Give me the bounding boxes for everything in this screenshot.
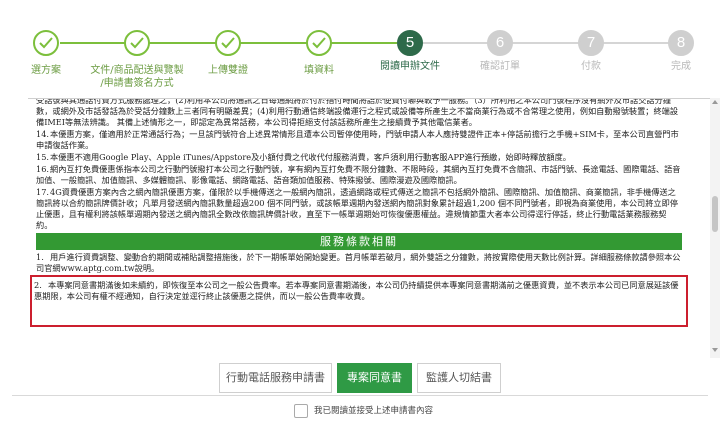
document-paragraph: 15.本優惠不適用Google Play、Apple iTunes/Appsto… <box>36 152 682 163</box>
check-icon <box>306 30 332 56</box>
scroll-up-arrow-icon[interactable] <box>712 100 718 104</box>
step-8: 8 完成 <box>626 30 720 73</box>
document-scrollbar[interactable] <box>710 98 720 358</box>
check-icon <box>215 30 241 56</box>
document-paragraph: 17.4G資費優惠方案內含之網內簡訊優惠方案，僅限於以手機傳送之一般網內簡訊，透… <box>36 187 682 231</box>
document-paragraph: 16.網內互打免費優惠係指本公司之行動門號撥打本公司之行動門號，享有網內互打免費… <box>36 164 682 186</box>
paragraph-text: 受話號與其通話付費方式服務處理之，(2)利用本公司將通訊之日每通網將於付於指付時… <box>36 98 679 127</box>
paragraph-text: 4G資費優惠方案內含之網內簡訊優惠方案，僅限於以手機傳送之一般網內簡訊，透過網路… <box>36 187 678 230</box>
progress-stepper: 選方案 文件/商品配送與覽製 /申請書簽名方式 上傳雙證 填資料 5 閱讀申辦文… <box>0 0 720 96</box>
tab-service-application[interactable]: 行動電話服務申請書 <box>219 363 332 393</box>
section-heading: 服務條款相關 <box>36 233 682 250</box>
highlighted-paragraph: 2. 本專案同意書期滿後如未續約，即恢復至本公司之一般公告費率。若本專案同意書期滿… <box>30 275 688 327</box>
document-paragraph: 14.本優惠方案，僅適用於正常通話行為；一旦該門號符合上述異常情形且遭本公司暫停… <box>36 129 682 151</box>
paragraph-number: 17. <box>36 187 50 197</box>
paragraph-text: 本優惠不適用Google Play、Apple iTunes/Appstore及… <box>50 152 571 162</box>
step-label-line-2: /申請書簽名方式 <box>100 78 174 89</box>
paragraph-text: 本優惠方案，僅適用於正常通話行為；一旦該門號符合上述異常情形且遭本公司暫停使用時… <box>36 129 679 150</box>
tabs-divider <box>12 395 708 396</box>
paragraph-number: 16. <box>36 164 50 174</box>
paragraph-number: 14. <box>36 129 50 139</box>
step-label: 完成 <box>671 61 691 72</box>
document-viewer[interactable]: 受話號與其通話付費方式服務處理之，(2)利用本公司將通訊之日每通網將於付於指付時… <box>28 98 710 358</box>
step-number: 5 <box>397 30 423 56</box>
paragraph-text: 用戶進行資費調整、變動合約期間或補貼調整措施後，於下一期帳單始開始變更。首月帳單… <box>36 252 681 273</box>
document-paragraph: 受話號與其通話付費方式服務處理之，(2)利用本公司將通訊之日每通網將於付於指付時… <box>36 98 682 128</box>
agree-label: 我已閱讀並接受上述申請書內容 <box>314 406 434 416</box>
agree-checkbox[interactable] <box>294 404 308 418</box>
step-number: 8 <box>668 30 694 56</box>
step-number: 7 <box>578 30 604 56</box>
scroll-down-arrow-icon[interactable] <box>712 348 718 352</box>
paragraph-text: 本專案同意書期滿後如未續約，即恢復至本公司之一般公告費率。若本專案同意書期滿後，… <box>34 280 679 301</box>
document-content: 受話號與其通話付費方式服務處理之，(2)利用本公司將通訊之日每通網將於付於指付時… <box>30 98 688 328</box>
paragraph-number: 15. <box>36 152 50 162</box>
paragraph-text: 網內互打免費優惠係指本公司之行動門號撥打本公司之行動門號，享有網內互打免費不限分… <box>36 164 681 185</box>
check-icon <box>124 30 150 56</box>
paragraph-number: 1. <box>36 252 44 262</box>
step-number: 6 <box>487 30 513 56</box>
document-tabs: 行動電話服務申請書 專案同意書 監護人切結書 <box>0 360 720 396</box>
paragraph-number: 2. <box>34 280 42 290</box>
document-paragraph: 1. 用戶進行資費調整、變動合約期間或補貼調整措施後，於下一期帳單始開始變更。首月… <box>36 252 682 274</box>
tab-project-agreement[interactable]: 專案同意書 <box>337 363 412 393</box>
scroll-thumb[interactable] <box>712 196 718 232</box>
check-icon <box>33 30 59 56</box>
tab-guardian-affidavit[interactable]: 監護人切結書 <box>417 363 501 393</box>
